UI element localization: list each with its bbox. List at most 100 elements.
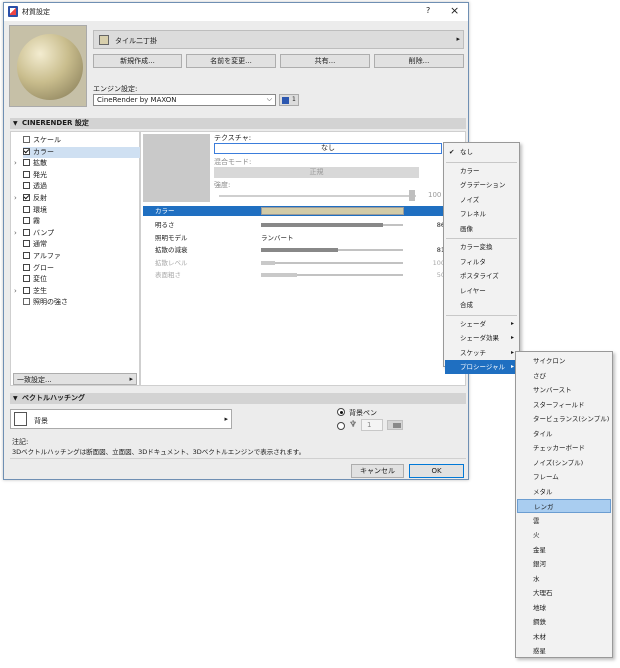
expand-icon[interactable]: ›	[14, 193, 17, 204]
channel-item[interactable]: › バンプ	[14, 228, 143, 239]
rename-button[interactable]: 名前を変更...	[186, 54, 276, 68]
texture-menu-item[interactable]: フィルタ	[445, 255, 518, 269]
channel-item[interactable]: グロー	[23, 263, 143, 274]
texture-menu-item[interactable]: スケッチ ▸	[445, 346, 518, 360]
channel-item[interactable]: カラー	[23, 146, 143, 158]
property-slider[interactable]	[261, 223, 403, 227]
strength-slider[interactable]	[219, 190, 416, 201]
property-row[interactable]: 明るさ 86	[143, 220, 448, 230]
texture-menu-item[interactable]: シェーダ効果 ▸	[445, 331, 518, 345]
texture-menu-item[interactable]: 合成	[445, 298, 518, 312]
texture-menu-item[interactable]: カラー変換	[445, 240, 518, 254]
procedural-menu-item[interactable]: 地球	[517, 601, 611, 615]
channel-checkbox[interactable]	[23, 170, 30, 178]
procedural-menu-item[interactable]: さび	[517, 369, 611, 383]
hatch-pattern-select[interactable]: 背景 ▸	[10, 409, 232, 429]
channel-checkbox[interactable]	[23, 252, 30, 259]
property-row[interactable]: 拡散の減衰 81	[143, 245, 448, 255]
procedural-menu-item[interactable]: 銀河	[517, 557, 611, 571]
property-row[interactable]: 照明モデル ランバート	[143, 233, 448, 243]
channel-item[interactable]: アルファ	[23, 251, 143, 262]
texture-menu-item[interactable]: ポスタライズ	[445, 269, 518, 283]
texture-menu-item[interactable]: グラデーション	[445, 178, 518, 192]
texture-menu-item[interactable]: 画像	[445, 222, 518, 236]
ok-button[interactable]: OK	[409, 464, 464, 478]
pen-number-field[interactable]: 1	[361, 419, 383, 431]
channel-item[interactable]: 照明の強さ	[23, 297, 143, 308]
cancel-button[interactable]: キャンセル	[351, 464, 404, 478]
pen-color-swatch[interactable]	[387, 420, 403, 430]
procedural-menu-item[interactable]: レンガ	[517, 499, 611, 513]
procedural-menu-item[interactable]: 火	[517, 528, 611, 542]
engine-badge[interactable]: 1	[279, 94, 299, 106]
expand-icon[interactable]: ›	[14, 286, 17, 297]
procedural-menu-item[interactable]: ノイズ(シンプル)	[517, 456, 611, 470]
expand-icon[interactable]: ›	[14, 228, 17, 239]
procedural-menu-item[interactable]: 金星	[517, 543, 611, 557]
procedural-menu-item[interactable]: 木材	[517, 630, 611, 644]
procedural-menu-item[interactable]: タイル	[517, 427, 611, 441]
help-button[interactable]: ?	[426, 6, 430, 15]
material-name-dropdown[interactable]: タイル二丁掛 ▸	[93, 30, 464, 49]
procedural-menu-item[interactable]: 鋼鉄	[517, 615, 611, 629]
property-value[interactable]: ランバート	[261, 233, 294, 243]
channel-item[interactable]: スケール	[23, 135, 143, 146]
channel-checkbox[interactable]	[23, 147, 30, 155]
vector-hatching-header[interactable]: ▼ ベクトルハッチング	[10, 393, 466, 404]
texture-menu-item[interactable]: カラー	[445, 164, 518, 178]
channel-checkbox[interactable]	[23, 205, 30, 213]
channel-item[interactable]: 透過	[23, 181, 143, 192]
channel-item[interactable]: 発光	[23, 170, 143, 181]
expand-icon[interactable]: ›	[14, 158, 17, 169]
channel-checkbox[interactable]	[23, 159, 30, 167]
channel-item[interactable]: › 拡散	[14, 158, 143, 169]
property-row[interactable]: 表面粗さ 50	[143, 270, 448, 280]
texture-menu-item[interactable]: プロシージャル ▸	[445, 360, 518, 374]
property-slider[interactable]	[261, 248, 403, 252]
procedural-menu-item[interactable]: 惑星	[517, 644, 611, 658]
blend-mode-select[interactable]: 正規	[214, 167, 419, 178]
channel-item[interactable]: › 芝生	[14, 286, 143, 297]
procedural-menu-item[interactable]: フレーム	[517, 470, 611, 484]
close-button[interactable]: ×	[450, 4, 459, 17]
match-settings-button[interactable]: 一致設定... ▸	[13, 373, 137, 385]
channel-item[interactable]: 環境	[23, 205, 143, 216]
engine-select[interactable]: CineRender by MAXON ⌵	[93, 94, 276, 106]
property-row[interactable]: 拡散レベル 100	[143, 258, 448, 268]
texture-menu-item[interactable]: ✔ なし	[445, 145, 518, 159]
procedural-menu-item[interactable]: 大理石	[517, 586, 611, 600]
texture-menu-item[interactable]: レイヤー	[445, 284, 518, 298]
channel-checkbox[interactable]	[23, 263, 30, 271]
procedural-menu-item[interactable]: チェッカーボード	[517, 441, 611, 455]
channel-checkbox[interactable]	[23, 217, 30, 225]
procedural-menu-item[interactable]: サイクロン	[517, 354, 611, 368]
texture-menu-item[interactable]: フレネル	[445, 207, 518, 221]
channel-checkbox[interactable]	[23, 228, 30, 236]
channel-item[interactable]: 変位	[23, 274, 143, 285]
new-button[interactable]: 新規作成...	[93, 54, 182, 68]
cinerender-header[interactable]: ▼ CINERENDER 設定	[10, 118, 466, 129]
texture-select[interactable]: なし	[214, 143, 442, 154]
channel-checkbox[interactable]	[23, 275, 30, 283]
procedural-menu-item[interactable]: メタル	[517, 485, 611, 499]
property-row[interactable]: カラー	[143, 206, 448, 216]
radio-background-pen[interactable]	[337, 408, 345, 416]
delete-button[interactable]: 削除...	[374, 54, 464, 68]
channel-item[interactable]: 通常	[23, 239, 143, 250]
channel-checkbox[interactable]	[23, 240, 30, 248]
procedural-menu-item[interactable]: 雲	[517, 514, 611, 528]
slider-thumb[interactable]	[409, 190, 415, 201]
color-swatch[interactable]	[261, 207, 404, 215]
channel-checkbox[interactable]	[23, 286, 30, 294]
channel-item[interactable]: › 反射	[14, 193, 143, 204]
procedural-menu-item[interactable]: サンバースト	[517, 383, 611, 397]
channel-checkbox[interactable]	[23, 182, 30, 190]
channel-checkbox[interactable]	[23, 194, 30, 201]
texture-menu-item[interactable]: ノイズ	[445, 193, 518, 207]
texture-menu-item[interactable]: シェーダ ▸	[445, 317, 518, 331]
property-slider[interactable]	[261, 261, 403, 265]
procedural-menu-item[interactable]: スターフィールド	[517, 398, 611, 412]
strength-value[interactable]: 100	[428, 191, 441, 199]
radio-custom-pen[interactable]	[337, 422, 345, 430]
procedural-menu-item[interactable]: 水	[517, 572, 611, 586]
